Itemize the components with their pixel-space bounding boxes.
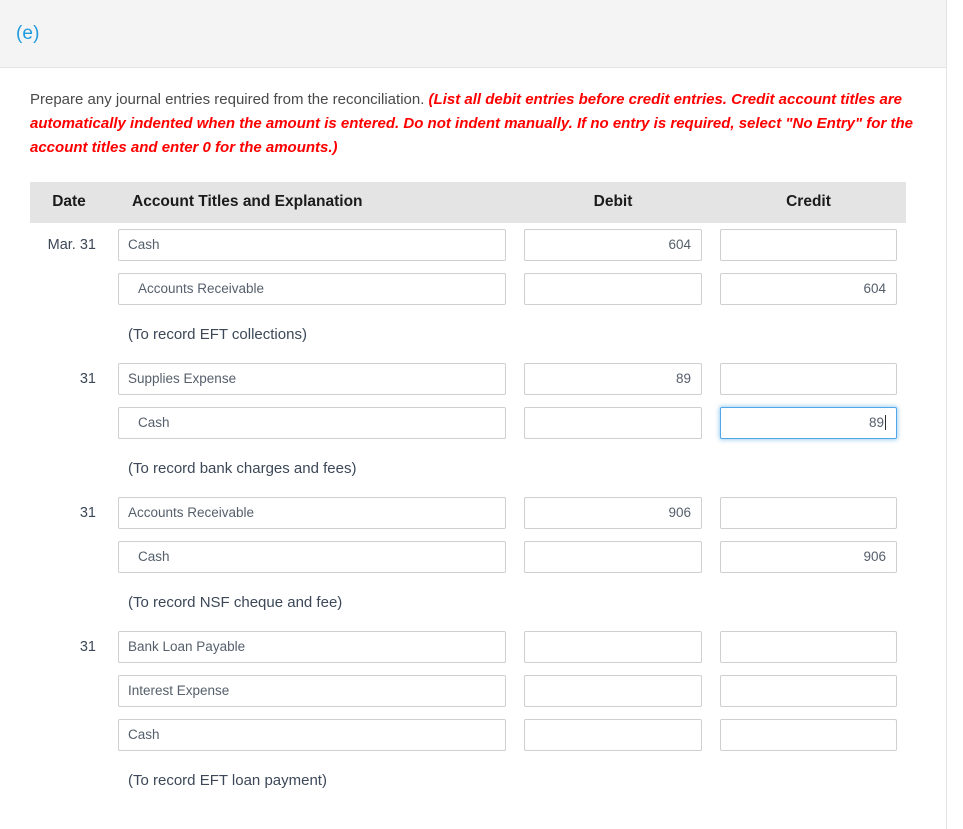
account-title-cell: Supplies Expense bbox=[108, 357, 515, 401]
account-title-cell: Cash bbox=[108, 401, 515, 445]
column-header-date: Date bbox=[30, 182, 108, 223]
debit-amount-input[interactable]: 89 bbox=[524, 363, 702, 395]
credit-amount-input[interactable]: 906 bbox=[720, 541, 897, 573]
instructions-text: Prepare any journal entries required fro… bbox=[30, 88, 916, 160]
journal-memo-row: (To record EFT collections) bbox=[30, 311, 906, 357]
debit-cell bbox=[515, 267, 711, 311]
journal-entry-row: 31 Supplies Expense 89 bbox=[30, 357, 906, 401]
credit-cell bbox=[711, 625, 906, 669]
account-title-cell: Cash bbox=[108, 223, 515, 267]
journal-entry-row: 31 Bank Loan Payable bbox=[30, 625, 906, 669]
credit-amount-input[interactable] bbox=[720, 719, 897, 751]
credit-amount-input[interactable] bbox=[720, 497, 897, 529]
account-title-cell: Accounts Receivable bbox=[108, 491, 515, 535]
credit-cell: 89 bbox=[711, 401, 906, 445]
journal-entry-row: Interest Expense bbox=[30, 669, 906, 713]
credit-cell bbox=[711, 357, 906, 401]
journal-memo-row: (To record EFT loan payment) bbox=[30, 757, 906, 803]
debit-amount-input[interactable] bbox=[524, 719, 702, 751]
credit-cell bbox=[711, 491, 906, 535]
entry-date: 31 bbox=[79, 639, 96, 655]
account-title-input[interactable]: Cash bbox=[118, 719, 506, 751]
debit-amount-input[interactable] bbox=[524, 273, 702, 305]
entry-memo: (To record EFT collections) bbox=[128, 325, 307, 343]
part-label-e[interactable]: (e) bbox=[16, 24, 40, 43]
journal-memo-row: (To record bank charges and fees) bbox=[30, 445, 906, 491]
credit-amount-input[interactable]: 89 bbox=[720, 407, 897, 439]
debit-cell bbox=[515, 625, 711, 669]
account-title-input[interactable]: Accounts Receivable bbox=[118, 497, 506, 529]
journal-entry-table: Date Account Titles and Explanation Debi… bbox=[30, 182, 906, 803]
debit-amount-input[interactable] bbox=[524, 631, 702, 663]
credit-cell: 604 bbox=[711, 267, 906, 311]
panel-body: Prepare any journal entries required fro… bbox=[0, 68, 946, 803]
credit-amount-input[interactable] bbox=[720, 675, 897, 707]
column-header-credit: Credit bbox=[711, 182, 906, 223]
instructions-lead: Prepare any journal entries required fro… bbox=[30, 91, 425, 108]
credit-amount-input[interactable] bbox=[720, 363, 897, 395]
account-title-cell: Cash bbox=[108, 713, 515, 757]
entry-memo: (To record EFT loan payment) bbox=[128, 771, 327, 789]
debit-amount-input[interactable] bbox=[524, 675, 702, 707]
memo-date-spacer bbox=[30, 579, 108, 625]
debit-cell bbox=[515, 401, 711, 445]
account-title-input[interactable]: Bank Loan Payable bbox=[118, 631, 506, 663]
column-header-debit: Debit bbox=[515, 182, 711, 223]
entry-date bbox=[30, 267, 108, 311]
journal-table-header: Date Account Titles and Explanation Debi… bbox=[30, 182, 906, 223]
credit-cell: 906 bbox=[711, 535, 906, 579]
account-title-cell: Cash bbox=[108, 535, 515, 579]
entry-date bbox=[30, 669, 108, 713]
credit-amount-input[interactable] bbox=[720, 631, 897, 663]
credit-amount-input[interactable]: 604 bbox=[720, 273, 897, 305]
journal-entry-row: Accounts Receivable 604 bbox=[30, 267, 906, 311]
panel-header: (e) bbox=[0, 0, 946, 68]
journal-entry-row: 31 Accounts Receivable 906 bbox=[30, 491, 906, 535]
debit-cell bbox=[515, 669, 711, 713]
account-title-input[interactable]: Supplies Expense bbox=[118, 363, 506, 395]
memo-date-spacer bbox=[30, 311, 108, 357]
journal-entry-row: Cash 89 bbox=[30, 401, 906, 445]
account-title-input[interactable]: Cash bbox=[118, 407, 506, 439]
journal-memo-row: (To record NSF cheque and fee) bbox=[30, 579, 906, 625]
memo-date-spacer bbox=[30, 757, 108, 803]
credit-cell bbox=[711, 669, 906, 713]
account-title-input[interactable]: Accounts Receivable bbox=[118, 273, 506, 305]
account-title-cell: Bank Loan Payable bbox=[108, 625, 515, 669]
journal-entry-row: Mar. 31 Cash 604 bbox=[30, 223, 906, 267]
credit-amount-input[interactable] bbox=[720, 229, 897, 261]
debit-cell: 89 bbox=[515, 357, 711, 401]
entry-date bbox=[30, 535, 108, 579]
question-panel: (e) Prepare any journal entries required… bbox=[0, 0, 947, 829]
journal-entry-row: Cash bbox=[30, 713, 906, 757]
debit-amount-input[interactable] bbox=[524, 407, 702, 439]
debit-cell: 906 bbox=[515, 491, 711, 535]
account-title-cell: Interest Expense bbox=[108, 669, 515, 713]
debit-cell: 604 bbox=[515, 223, 711, 267]
credit-cell bbox=[711, 713, 906, 757]
column-header-account: Account Titles and Explanation bbox=[108, 182, 515, 223]
journal-table-body: Mar. 31 Cash 604 Accounts Receivable 604 (To … bbox=[30, 223, 906, 803]
journal-entry-row: Cash 906 bbox=[30, 535, 906, 579]
account-title-input[interactable]: Cash bbox=[118, 229, 506, 261]
account-title-input[interactable]: Interest Expense bbox=[118, 675, 506, 707]
entry-date: Mar. 31 bbox=[47, 237, 96, 253]
debit-cell bbox=[515, 535, 711, 579]
memo-date-spacer bbox=[30, 445, 108, 491]
text-caret bbox=[885, 415, 886, 430]
entry-date: 31 bbox=[79, 371, 96, 387]
entry-memo: (To record bank charges and fees) bbox=[128, 459, 357, 477]
credit-cell bbox=[711, 223, 906, 267]
debit-cell bbox=[515, 713, 711, 757]
header-row: Date Account Titles and Explanation Debi… bbox=[30, 182, 906, 223]
debit-amount-input[interactable]: 906 bbox=[524, 497, 702, 529]
account-title-cell: Accounts Receivable bbox=[108, 267, 515, 311]
debit-amount-input[interactable] bbox=[524, 541, 702, 573]
entry-date bbox=[30, 401, 108, 445]
debit-amount-input[interactable]: 604 bbox=[524, 229, 702, 261]
entry-memo: (To record NSF cheque and fee) bbox=[128, 593, 343, 611]
entry-date: 31 bbox=[79, 505, 96, 521]
entry-date bbox=[30, 713, 108, 757]
account-title-input[interactable]: Cash bbox=[118, 541, 506, 573]
